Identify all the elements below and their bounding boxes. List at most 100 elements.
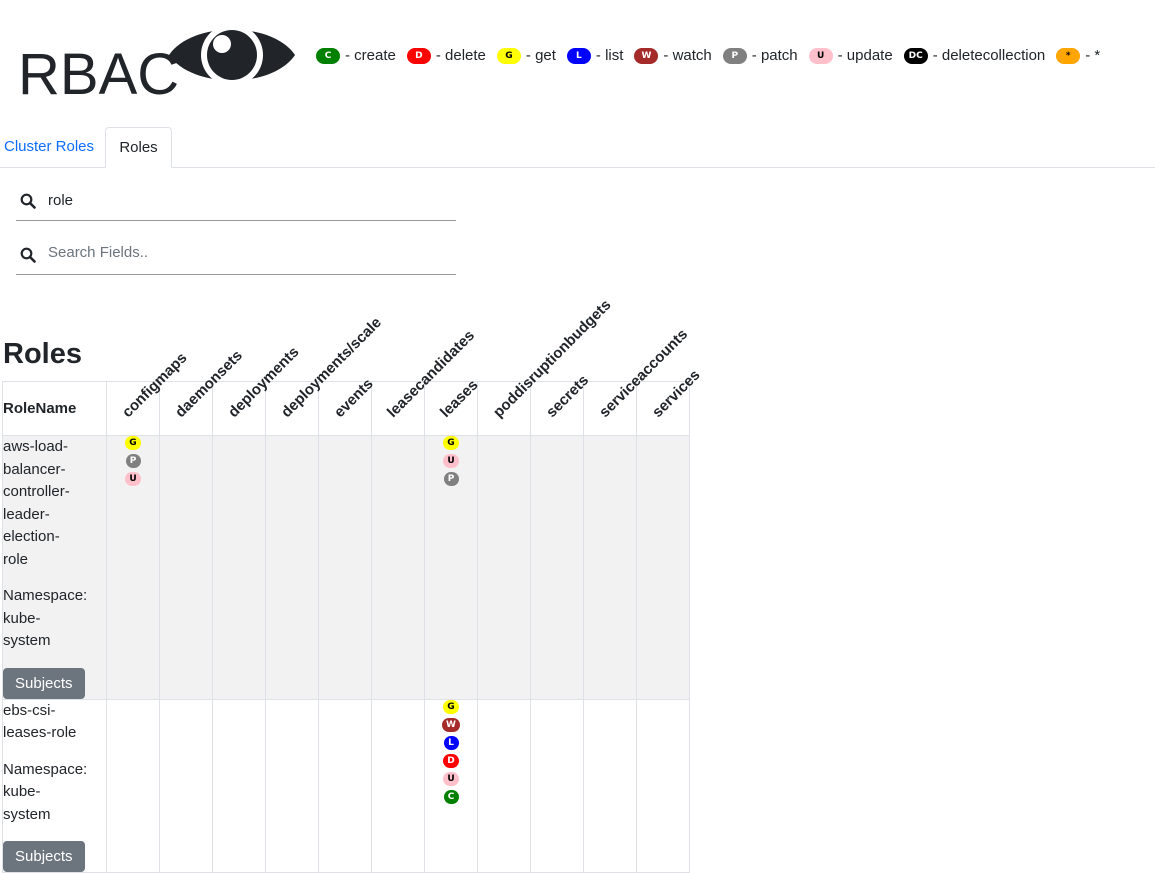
role-name-line: balancer- bbox=[3, 460, 66, 478]
permission-cell bbox=[106, 698, 160, 873]
role-namespace: Namespace: kube-system bbox=[3, 585, 106, 653]
legend-item: D- delete bbox=[406, 47, 486, 64]
legend-label: - create bbox=[345, 47, 396, 64]
role-name: ebs-csi-leases-role bbox=[3, 700, 106, 745]
verb-badge: G bbox=[443, 436, 459, 450]
tab-cluster-roles[interactable]: Cluster Roles bbox=[4, 127, 94, 167]
permission-cell bbox=[159, 435, 213, 700]
namespace-line: system bbox=[3, 805, 51, 823]
verb-badge: D bbox=[406, 47, 431, 64]
verb-badge: * bbox=[1056, 47, 1081, 64]
legend-item: W- watch bbox=[634, 47, 712, 64]
permission-cell bbox=[371, 698, 425, 873]
column-header: serviceaccounts bbox=[583, 326, 691, 436]
role-name-line: aws-load- bbox=[3, 438, 69, 455]
legend-item: P- patch bbox=[722, 47, 798, 64]
legend-item: L- list bbox=[566, 47, 624, 64]
permission-cell: GPU bbox=[106, 435, 160, 700]
permission-cell bbox=[477, 698, 531, 873]
verb-badge: C bbox=[443, 789, 459, 804]
namespace-line: system bbox=[3, 632, 51, 649]
legend-label: - get bbox=[525, 47, 556, 64]
role-namespace: Namespace: kube-system bbox=[3, 759, 106, 827]
roles-table: RoleName configmaps daemonsets deployments… bbox=[2, 296, 703, 873]
column-header: poddisruptionbudgets bbox=[477, 296, 615, 436]
permission-cell bbox=[583, 698, 637, 873]
permission-cell bbox=[318, 435, 372, 700]
role-name-line: ebs-csi- bbox=[3, 701, 56, 719]
verb-badge: G bbox=[125, 436, 141, 450]
tab-roles[interactable]: Roles bbox=[105, 127, 172, 168]
section-heading: Roles bbox=[3, 338, 82, 370]
legend-item: * - * bbox=[1056, 47, 1100, 64]
verb-badge: P bbox=[443, 472, 459, 486]
verb-stack: GPU bbox=[107, 436, 159, 486]
permission-cell bbox=[636, 698, 690, 873]
permission-cell bbox=[636, 435, 690, 700]
role-name-line: leases-role bbox=[3, 724, 77, 741]
verb-stack: GUP bbox=[425, 436, 477, 486]
permission-cell bbox=[159, 698, 213, 873]
subjects-button[interactable]: Subjects bbox=[3, 667, 85, 699]
verb-badge: P bbox=[722, 47, 747, 64]
role-search-field[interactable]: role bbox=[16, 184, 456, 221]
search-icon bbox=[20, 247, 36, 268]
column-header: configmaps bbox=[106, 349, 191, 436]
verb-stack: GWLDUC bbox=[425, 699, 477, 804]
verb-badge: G bbox=[443, 699, 459, 714]
namespace-line: kube- bbox=[3, 783, 41, 800]
namespace-line: Namespace: bbox=[3, 760, 88, 778]
permission-cell: GUP bbox=[424, 435, 478, 700]
column-header: leases bbox=[424, 377, 481, 436]
verb-badge: U bbox=[443, 771, 459, 786]
namespace-line: Namespace: bbox=[3, 587, 88, 604]
table-row: aws-load-balancer-controller-leader-elec… bbox=[2, 435, 690, 700]
legend-label: - list bbox=[595, 47, 624, 64]
table-row: ebs-csi-leases-role Namespace: kube-system… bbox=[2, 698, 690, 873]
role-name-line: election- bbox=[3, 528, 60, 545]
verb-badge: C bbox=[316, 47, 340, 64]
legend-item: C - create bbox=[316, 47, 396, 64]
legend-item: U- update bbox=[808, 47, 893, 64]
column-header: events bbox=[318, 375, 377, 436]
legend-item: DC - deletecollection bbox=[903, 47, 1046, 64]
role-name-line: leader- bbox=[3, 505, 50, 523]
permission-cell bbox=[265, 698, 319, 873]
verb-badge: U bbox=[808, 47, 833, 64]
column-header: services bbox=[636, 367, 703, 436]
permission-cell bbox=[583, 435, 637, 700]
column-header: leasecandidates bbox=[371, 327, 478, 436]
role-name-cell: aws-load-balancer-controller-leader-elec… bbox=[2, 435, 107, 700]
column-header: secrets bbox=[530, 372, 592, 436]
legend-label: - deletecollection bbox=[932, 47, 1046, 64]
verb-badge: L bbox=[566, 47, 591, 64]
role-search-value[interactable]: role bbox=[48, 192, 73, 209]
verb-badge: U bbox=[443, 454, 459, 468]
verb-badge: P bbox=[125, 454, 141, 468]
legend-label: - patch bbox=[751, 47, 798, 64]
legend-label: - delete bbox=[435, 47, 486, 64]
permission-cell bbox=[371, 435, 425, 700]
permission-cell bbox=[530, 435, 584, 700]
column-header-label: events bbox=[330, 375, 377, 421]
subjects-button[interactable]: Subjects bbox=[3, 841, 85, 872]
role-name-line: role bbox=[3, 550, 29, 568]
role-name-line: controller- bbox=[3, 483, 70, 500]
permission-cell bbox=[265, 435, 319, 700]
verb-badge: G bbox=[496, 47, 521, 64]
verb-badge: W bbox=[634, 47, 659, 64]
column-header-label: services bbox=[648, 366, 704, 421]
permission-cell bbox=[477, 435, 531, 700]
namespace-line: kube- bbox=[3, 609, 41, 627]
verb-badge: D bbox=[443, 753, 459, 768]
permission-cell bbox=[530, 698, 584, 873]
permission-cell bbox=[212, 698, 266, 873]
search-icon bbox=[20, 193, 36, 214]
rolename-header: RoleName bbox=[2, 381, 107, 436]
legend-label: - watch bbox=[663, 47, 712, 64]
fields-search-field[interactable] bbox=[16, 238, 456, 275]
fields-search-input[interactable] bbox=[48, 244, 428, 261]
legend-item: G- get bbox=[496, 47, 556, 64]
column-header: deployments bbox=[212, 344, 302, 436]
role-name: aws-load-balancer-controller-leader-elec… bbox=[3, 436, 106, 571]
